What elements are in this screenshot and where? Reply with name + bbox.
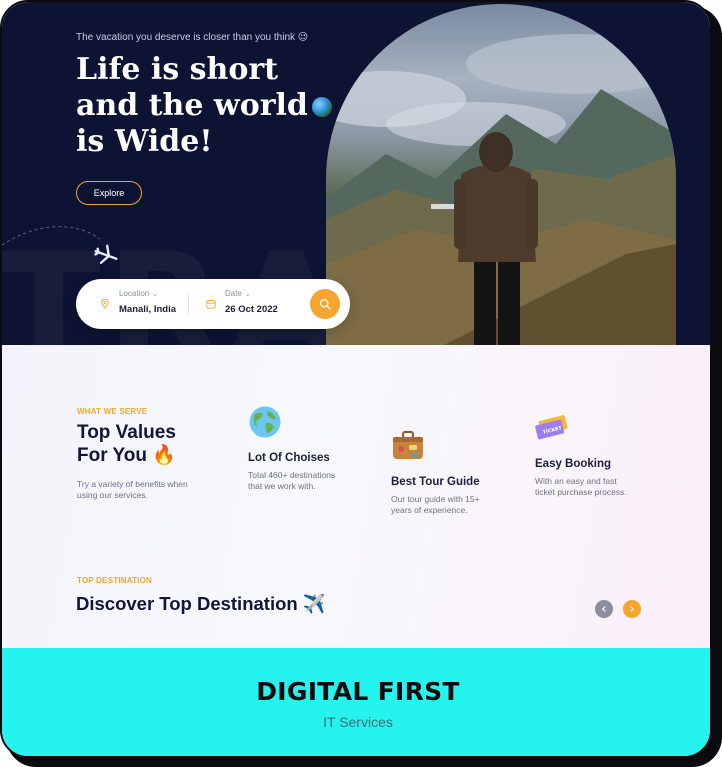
hero-title-line-2: and the world — [76, 88, 308, 123]
explore-button[interactable]: Explore — [76, 181, 142, 205]
carousel-prev-button[interactable] — [595, 600, 613, 618]
brand-name: DIGITAL FIRST — [256, 677, 460, 706]
ticket-icon: TICKET — [535, 415, 568, 440]
search-bar: Location ⌄ Manali, India Date ⌄ 26 Oct 202… — [76, 279, 350, 329]
plane-trail-icon — [2, 226, 118, 264]
hero-photo-arch — [326, 4, 676, 345]
location-pin-icon — [101, 299, 109, 309]
location-value: Manali, India — [119, 304, 177, 315]
feature-title: Lot Of Choises — [248, 452, 330, 464]
search-icon — [319, 298, 331, 310]
values-description: Try a variety of benefits when using our… — [77, 479, 188, 500]
search-button[interactable] — [310, 289, 340, 319]
feature-description: Total 460+ destinations that we work wit… — [248, 470, 336, 491]
feature-card: Lot Of Choises Total 460+ destinations t… — [248, 405, 348, 491]
feature-description: With an easy and fast ticket purchase pr… — [535, 476, 627, 497]
hero-title-line-1: Life is short — [76, 52, 279, 87]
airplane-icon — [94, 244, 118, 264]
chevron-down-icon: ⌄ — [152, 290, 159, 298]
location-field[interactable]: Location ⌄ Manali, India — [119, 289, 176, 315]
feature-title: Easy Booking — [535, 458, 612, 470]
date-label: Date — [225, 289, 242, 298]
chevron-right-icon — [630, 606, 635, 612]
hero-title: Life is short and the world is Wide! — [76, 52, 356, 160]
brand-subtitle: IT Services — [323, 714, 393, 730]
brand-banner: DIGITAL FIRST IT Services — [2, 648, 710, 756]
values-title-line-2: For You 🔥 — [77, 445, 176, 466]
destinations-title: Discover Top Destination ✈️ — [76, 593, 326, 614]
values-title: Top Values For You 🔥 — [77, 421, 237, 467]
search-divider — [188, 293, 189, 315]
values-overline: WHAT WE SERVE — [77, 407, 148, 416]
hero-tagline: The vacation you deserve is closer than … — [76, 32, 309, 43]
feature-title: Best Tour Guide — [391, 476, 480, 488]
hero-section: TRAVEL The vacation you deserve is close… — [2, 2, 710, 345]
chevron-down-icon: ⌄ — [244, 290, 251, 298]
destinations-overline: TOP DESTINATION — [77, 576, 153, 585]
date-value: 26 Oct 2022 — [225, 304, 278, 315]
globe-icon — [249, 406, 281, 438]
date-field[interactable]: Date ⌄ 26 Oct 2022 — [225, 289, 278, 315]
values-title-line-1: Top Values — [77, 422, 176, 443]
values-section: WHAT WE SERVE Top Values For You 🔥 Try a… — [2, 345, 710, 648]
feature-description: Our tour guide with 15+ years of experie… — [391, 494, 480, 515]
feature-card: Best Tour Guide Our tour guide with 15+ … — [391, 429, 491, 515]
carousel-next-button[interactable] — [623, 600, 641, 618]
suitcase-icon — [393, 431, 423, 459]
chevron-left-icon — [601, 606, 606, 612]
calendar-icon — [206, 299, 216, 309]
feature-card: TICKET Easy Booking With an easy and fas… — [535, 411, 635, 497]
location-label: Location — [119, 289, 150, 298]
showcase-card: TRAVEL The vacation you deserve is close… — [0, 0, 712, 758]
hero-title-line-3: is Wide! — [76, 124, 213, 159]
